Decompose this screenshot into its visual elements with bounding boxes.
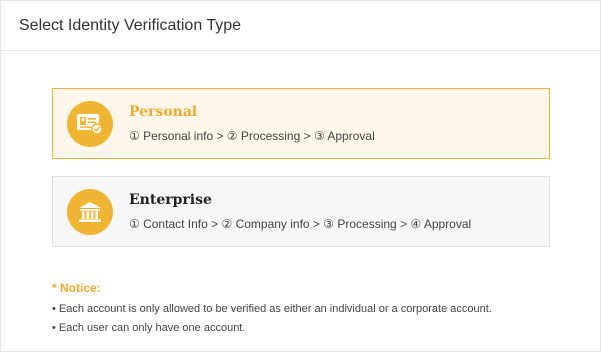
notice-item: • Each user can only have one account.: [52, 322, 246, 334]
enterprise-option-title: Enterprise: [129, 192, 212, 208]
notice-section: * Notice: • Each account is only allowed…: [52, 281, 492, 338]
notice-title: * Notice:: [52, 281, 101, 295]
enterprise-option-text: Enterprise ① Contact Info > ② Company in…: [129, 192, 471, 231]
enterprise-option-steps: ① Contact Info > ② Company info > ③ Proc…: [129, 217, 472, 231]
notice-item: • Each account is only allowed to be ver…: [52, 303, 492, 315]
personal-option-text: Personal ① Personal info > ② Processing …: [129, 104, 375, 143]
bank-building-icon: [67, 188, 113, 235]
personal-option-steps: ① Personal info > ② Processing > ③ Appro…: [129, 129, 375, 143]
personal-option-title: Personal: [129, 104, 198, 120]
dialog-title: Select Identity Verification Type: [19, 16, 242, 34]
enterprise-option-card[interactable]: Enterprise ① Contact Info > ② Company in…: [52, 176, 550, 247]
verification-dialog: Select Identity Verification Type Person…: [0, 0, 601, 352]
id-card-icon: [67, 100, 113, 147]
dialog-header: Select Identity Verification Type: [1, 1, 600, 51]
personal-option-card[interactable]: Personal ① Personal info > ② Processing …: [52, 88, 550, 159]
